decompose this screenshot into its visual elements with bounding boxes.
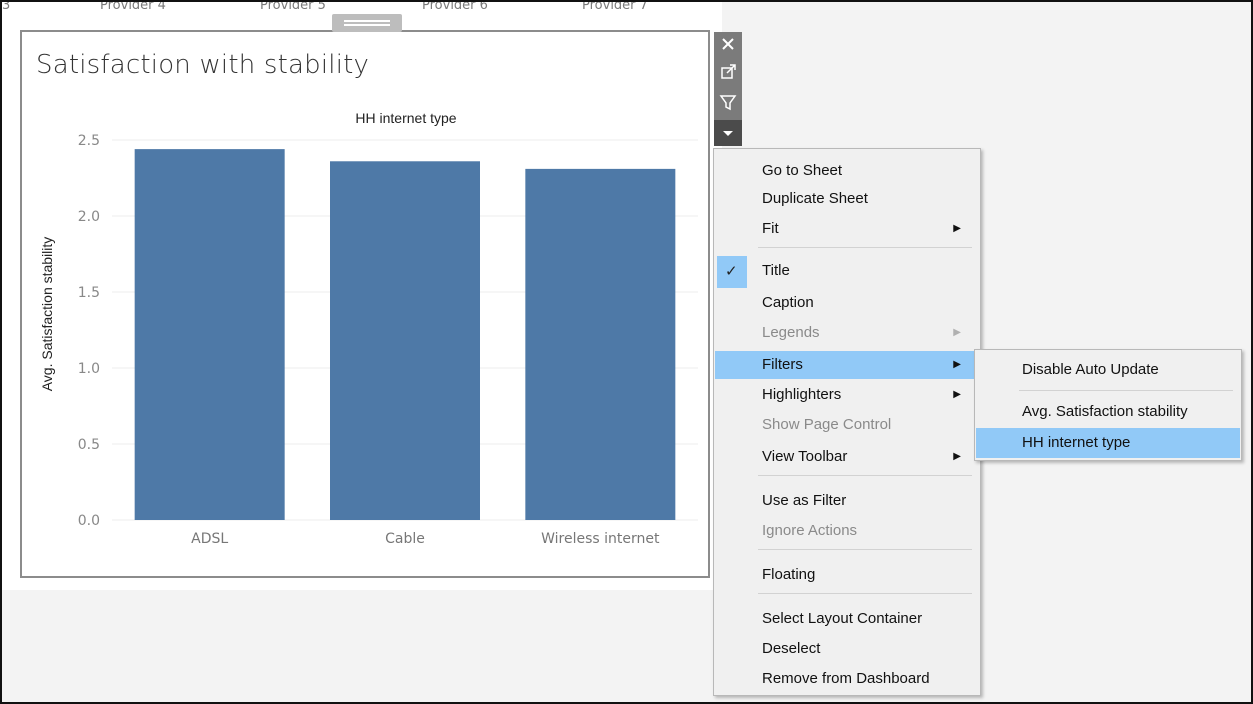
menu-item-label: Filters [762,356,803,373]
menu-separator [758,247,972,248]
y-tick-label: 2.5 [78,133,100,149]
bar[interactable] [134,149,285,520]
menu-item-highlighters[interactable]: Highlighters ▶ [715,381,979,409]
submenu-item-avg-satisfaction-stability[interactable]: Avg. Satisfaction stability [976,397,1240,427]
submenu-arrow-icon: ▶ [953,359,961,370]
header-label: Provider 4 [100,2,166,13]
menu-separator [758,593,972,594]
bars [134,149,676,520]
filters-submenu: Disable Auto Update Avg. Satisfaction sta… [974,349,1242,461]
menu-separator [758,549,972,550]
x-category-label[interactable]: Wireless internet [541,531,660,547]
x-category-label[interactable]: Cable [385,531,425,547]
header-label: Provider 7 [582,2,648,13]
header-label: Provider 6 [422,2,488,13]
menu-item-deselect[interactable]: Deselect [715,635,979,663]
drag-handle[interactable] [332,14,402,32]
close-icon[interactable] [714,32,742,56]
popout-icon[interactable] [714,60,742,84]
bar-chart: HH internet type Avg. Satisfaction stabi… [39,110,698,547]
menu-item-label: View Toolbar [762,448,848,465]
y-tick-label: 0.5 [78,437,100,453]
menu-item-label: Deselect [762,640,821,657]
menu-item-view-toolbar[interactable]: View Toolbar ▶ [715,443,979,471]
menu-item-title[interactable]: Title [715,257,979,285]
menu-item-select-layout-container[interactable]: Select Layout Container [715,605,979,633]
menu-item-filters[interactable]: Filters ▶ [715,351,979,379]
menu-item-legends: Legends ▶ [715,319,979,347]
y-tick-label: 1.0 [78,361,100,377]
context-menu: ✓ Go to Sheet Duplicate Sheet Fit ▶ Title Cap… [713,148,981,696]
menu-item-label: Caption [762,294,814,311]
menu-item-label: Select Layout Container [762,610,923,627]
menu-item-label: Highlighters [762,386,842,403]
submenu-arrow-icon: ▶ [953,223,961,234]
y-tick-label: 1.5 [78,285,100,301]
chart-title[interactable]: HH internet type [355,110,456,126]
bar[interactable] [330,161,480,520]
y-axis-label[interactable]: Avg. Satisfaction stability [39,237,55,392]
menu-item-label: Floating [762,566,816,583]
menu-item-label: Ignore Actions [762,522,858,539]
submenu-item-disable-auto-update[interactable]: Disable Auto Update [976,355,1240,385]
menu-item-label: Legends [762,324,820,341]
menu-item-fit[interactable]: Fit ▶ [715,215,979,243]
menu-separator [758,475,972,476]
x-categories: ADSL Cable Wireless internet [191,531,660,547]
sheet-container[interactable]: Satisfaction with stability HH internet … [20,30,710,578]
menu-item-caption[interactable]: Caption [715,289,979,317]
menu-separator [1019,390,1233,391]
filter-icon[interactable] [714,90,742,114]
y-ticks: 0.0 0.5 1.0 1.5 2.0 2.5 [78,133,100,529]
menu-item-duplicate-sheet[interactable]: Duplicate Sheet [715,185,979,213]
menu-item-label: Use as Filter [762,492,847,509]
menu-item-label: Title [762,262,790,279]
menu-item-show-page-control: Show Page Control [715,411,979,439]
menu-item-label: Fit [762,220,779,237]
header-label: 3 [2,2,11,13]
sheet-toolbar [714,32,742,146]
menu-item-remove-from-dashboard[interactable]: Remove from Dashboard [715,665,979,693]
x-category-label[interactable]: ADSL [191,531,228,547]
menu-item-label: Go to Sheet [762,162,843,179]
bar[interactable] [525,168,676,520]
menu-item-ignore-actions: Ignore Actions [715,517,979,545]
y-tick-label: 0.0 [78,513,100,529]
submenu-arrow-icon: ▶ [953,327,961,338]
submenu-item-hh-internet-type[interactable]: HH internet type [976,428,1240,458]
submenu-arrow-icon: ▶ [953,451,961,462]
menu-item-floating[interactable]: Floating [715,561,979,589]
header-label: Provider 5 [260,2,326,13]
submenu-arrow-icon: ▶ [953,389,961,400]
menu-item-label: Show Page Control [762,416,892,433]
menu-item-go-to-sheet[interactable]: Go to Sheet [715,157,979,185]
menu-item-use-as-filter[interactable]: Use as Filter [715,487,979,515]
menu-item-label: Duplicate Sheet [762,190,868,207]
dropdown-arrow-icon[interactable] [714,120,742,146]
y-tick-label: 2.0 [78,209,100,225]
menu-item-label: Remove from Dashboard [762,670,930,687]
